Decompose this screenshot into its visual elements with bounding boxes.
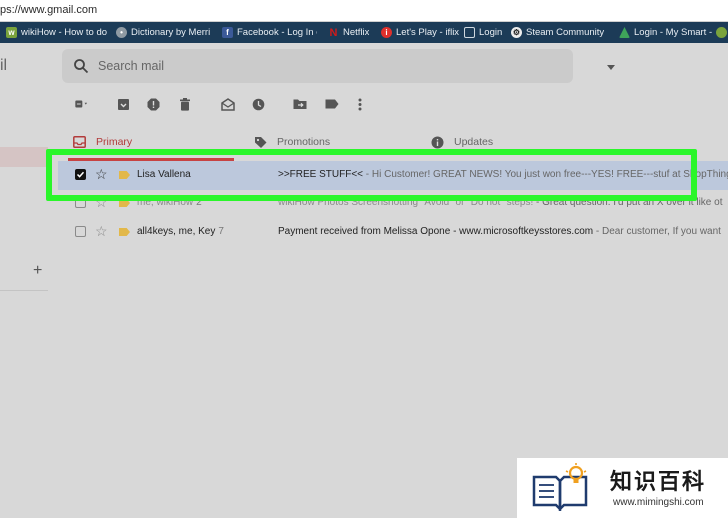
label-icon[interactable]: [325, 97, 339, 111]
tab-promotions[interactable]: Promotions: [254, 134, 330, 150]
email-sender: Lisa Vallena: [137, 169, 191, 180]
search-icon[interactable]: [73, 58, 89, 74]
tab-label: Promotions: [277, 136, 331, 148]
smart-icon: [619, 27, 630, 38]
bookmark-label: Dictionary by Merri: [131, 27, 211, 38]
email-checkbox[interactable]: [75, 169, 86, 180]
star-icon[interactable]: ☆: [95, 166, 108, 183]
email-row[interactable]: ☆ all4keys, me, Key 7 Payment received fr…: [58, 218, 728, 247]
email-sender: all4keys, me, Key: [137, 226, 216, 237]
bookmark-smart[interactable]: Login - My Smart -: [619, 22, 712, 43]
bookmark-login[interactable]: Login: [464, 22, 502, 43]
email-sender: me, wikiHow: [137, 197, 194, 208]
email-row[interactable]: ☆ Lisa Vallena >>FREE STUFF<< - Hi Custo…: [58, 161, 728, 190]
info-icon: [431, 136, 444, 148]
tag-icon: [255, 137, 267, 148]
bookmark-wikihow[interactable]: w wikiHow - How to do: [6, 22, 107, 43]
bookmark-icon: [716, 27, 727, 38]
bookmark-facebook[interactable]: f Facebook - Log In or: [222, 22, 317, 43]
tab-updates[interactable]: Updates: [431, 134, 493, 150]
report-spam-icon[interactable]: [146, 97, 160, 111]
email-snippet: - Dear customer, If you want: [593, 226, 721, 237]
bookmark-label: Steam Community: [526, 27, 605, 38]
watermark: 知识百科 www.mimingshi.com: [517, 458, 728, 518]
thread-count: 2: [196, 197, 202, 208]
important-marker-icon[interactable]: [119, 199, 130, 207]
steam-icon: ⚙: [511, 27, 522, 38]
bookmark-dictionary[interactable]: • Dictionary by Merri: [116, 22, 210, 43]
watermark-url: www.mimingshi.com: [613, 497, 704, 508]
bookmark-label: Let's Play - iflix: [396, 27, 460, 38]
move-to-icon[interactable]: [293, 97, 307, 111]
select-all-checkbox[interactable]: [75, 97, 89, 111]
more-options-icon[interactable]: [353, 97, 367, 111]
star-icon[interactable]: ☆: [95, 194, 108, 211]
address-bar[interactable]: ps://www.gmail.com: [0, 0, 728, 22]
archive-icon[interactable]: [116, 97, 130, 111]
email-checkbox[interactable]: [75, 226, 86, 237]
netflix-icon: N: [329, 26, 338, 39]
thread-count: 7: [218, 226, 224, 237]
dictionary-icon: •: [116, 27, 127, 38]
bookmark-overflow[interactable]: [716, 22, 727, 43]
watermark-title: 知识百科: [610, 469, 707, 494]
important-marker-icon[interactable]: [119, 171, 130, 179]
bookmark-netflix[interactable]: N Netflix: [328, 22, 370, 43]
email-row[interactable]: ☆ me, wikiHow 2 wikiHow Photos Screenshot…: [58, 189, 728, 218]
gmail-app: il +: [0, 43, 728, 518]
tab-primary[interactable]: Primary: [73, 134, 132, 150]
star-icon[interactable]: ☆: [95, 223, 108, 240]
email-subject: Payment received from Melissa Opone - ww…: [278, 226, 594, 237]
book-lightbulb-icon: [532, 463, 588, 511]
email-subject-line: >>FREE STUFF<< - Hi Customer! GREAT NEWS…: [278, 169, 728, 180]
sidebar-divider: [0, 290, 48, 291]
email-sender-line: me, wikiHow 2: [137, 197, 202, 208]
important-marker-icon[interactable]: [119, 228, 130, 236]
bookmark-iflix[interactable]: i Let's Play - iflix: [381, 22, 459, 43]
email-subject-line: Payment received from Melissa Opone - ww…: [278, 226, 728, 237]
email-subject: >>FREE STUFF<<: [278, 169, 364, 180]
email-subject-line: wikiHow Photos Screenshotting "Avoid" or…: [278, 197, 728, 208]
delete-icon[interactable]: [178, 97, 192, 111]
bookmark-label: wikiHow - How to do: [21, 27, 108, 38]
bookmark-steam[interactable]: ⚙ Steam Community: [511, 22, 604, 43]
bookmarks-bar: w wikiHow - How to do • Dictionary by Me…: [0, 22, 728, 43]
bookmark-label: Facebook - Log In or: [237, 27, 317, 38]
email-subject: wikiHow Photos Screenshotting "Avoid" or…: [278, 197, 534, 208]
gmail-logo: il: [0, 57, 8, 74]
inbox-icon: [73, 136, 86, 148]
bookmark-label: Netflix: [343, 27, 370, 38]
mark-as-read-icon[interactable]: [221, 97, 235, 111]
facebook-icon: f: [222, 27, 233, 38]
email-checkbox[interactable]: [75, 197, 86, 208]
bookmark-label: Login - My Smart -: [634, 27, 713, 38]
document-icon: [464, 27, 475, 38]
email-snippet: - Great question. I'd put an X over it l…: [533, 197, 723, 208]
email-snippet: - Hi Customer! GREAT NEWS! You just won …: [363, 169, 728, 180]
email-sender-line: all4keys, me, Key 7: [137, 226, 224, 237]
url-text[interactable]: ps://www.gmail.com: [0, 4, 97, 16]
sidebar-item-inbox[interactable]: [0, 147, 48, 167]
tab-label: Primary: [96, 136, 133, 148]
tab-label: Updates: [454, 136, 494, 148]
search-input[interactable]: [98, 57, 518, 75]
search-options-icon[interactable]: [607, 65, 615, 70]
iflix-icon: i: [381, 27, 392, 38]
wikihow-icon: w: [6, 27, 17, 38]
snooze-icon[interactable]: [251, 97, 265, 111]
search-bar[interactable]: [62, 49, 615, 83]
add-label-icon[interactable]: +: [33, 262, 42, 280]
bookmark-label: Login: [479, 27, 503, 38]
